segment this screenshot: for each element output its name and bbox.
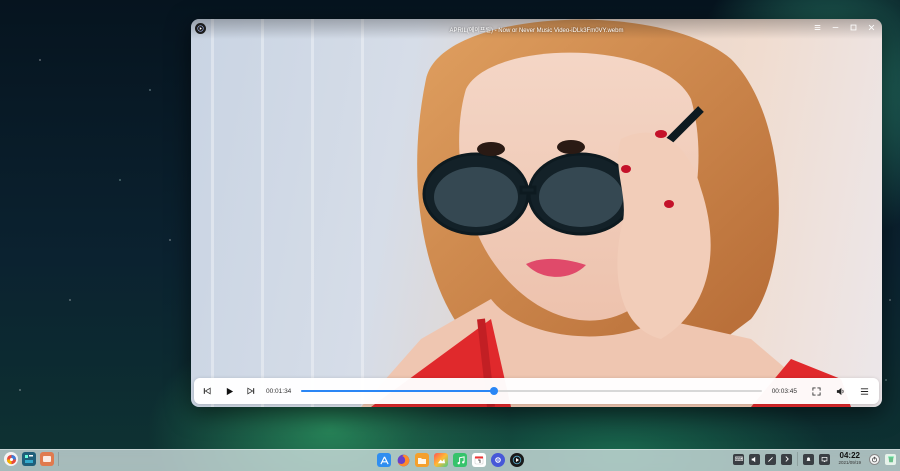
progress-handle[interactable]: [489, 387, 498, 395]
settings-center-icon[interactable]: [491, 453, 505, 467]
trash-icon[interactable]: [885, 453, 896, 465]
chevron-right-icon[interactable]: [781, 453, 793, 465]
file-manager-icon[interactable]: [415, 453, 429, 467]
taskbar-separator: [58, 452, 59, 466]
close-icon[interactable]: [867, 23, 876, 32]
sound-tray-icon[interactable]: [749, 453, 761, 465]
video-player-window[interactable]: APRIL(에이프릴) - Now or Never Music Video-i…: [191, 19, 882, 407]
app-store-icon[interactable]: [377, 453, 391, 467]
total-duration: 00:03:45: [771, 387, 797, 395]
window-title: APRIL(에이프릴) - Now or Never Music Video-i…: [449, 27, 624, 34]
progress-fill: [301, 390, 494, 392]
menu-icon[interactable]: [813, 23, 822, 32]
calendar-icon[interactable]: [472, 453, 486, 467]
maximize-icon[interactable]: [849, 23, 858, 32]
skip-previous-icon[interactable]: [200, 384, 214, 398]
minimize-icon[interactable]: [831, 23, 840, 32]
image-viewer-icon[interactable]: [434, 453, 448, 467]
progress-slider[interactable]: [301, 387, 762, 395]
notification-icon[interactable]: [803, 453, 815, 465]
pen-icon[interactable]: [765, 453, 777, 465]
playlist-icon[interactable]: [857, 384, 871, 398]
movie-player-icon[interactable]: [510, 453, 524, 467]
fullscreen-icon[interactable]: [809, 384, 823, 398]
elapsed-time: 00:01:34: [266, 387, 292, 395]
launcher-icon[interactable]: [4, 452, 18, 466]
network-icon[interactable]: [819, 453, 831, 465]
movie-logo-icon[interactable]: [195, 23, 206, 34]
firefox-icon[interactable]: [396, 453, 410, 467]
volume-icon[interactable]: [833, 384, 847, 398]
taskbar: ⌨ 04:22 2021/09/19: [0, 449, 900, 471]
title-bar[interactable]: APRIL(에이프릴) - Now or Never Music Video-i…: [191, 19, 882, 39]
desktop-show-icon[interactable]: [40, 452, 54, 466]
tray-separator: [797, 452, 799, 466]
music-icon[interactable]: [453, 453, 467, 467]
playback-control-bar: 00:01:34 00:03:45: [194, 378, 879, 404]
keyboard-icon[interactable]: ⌨: [733, 453, 745, 465]
video-frame: [211, 19, 851, 407]
skip-next-icon[interactable]: [244, 384, 258, 398]
power-icon[interactable]: [869, 453, 880, 465]
clock[interactable]: 04:22 2021/09/19: [838, 452, 861, 466]
play-icon[interactable]: [222, 384, 236, 398]
multitasking-view-icon[interactable]: [22, 452, 36, 466]
clock-time: 04:22: [839, 451, 860, 461]
clock-date: 2021/09/19: [838, 460, 861, 466]
